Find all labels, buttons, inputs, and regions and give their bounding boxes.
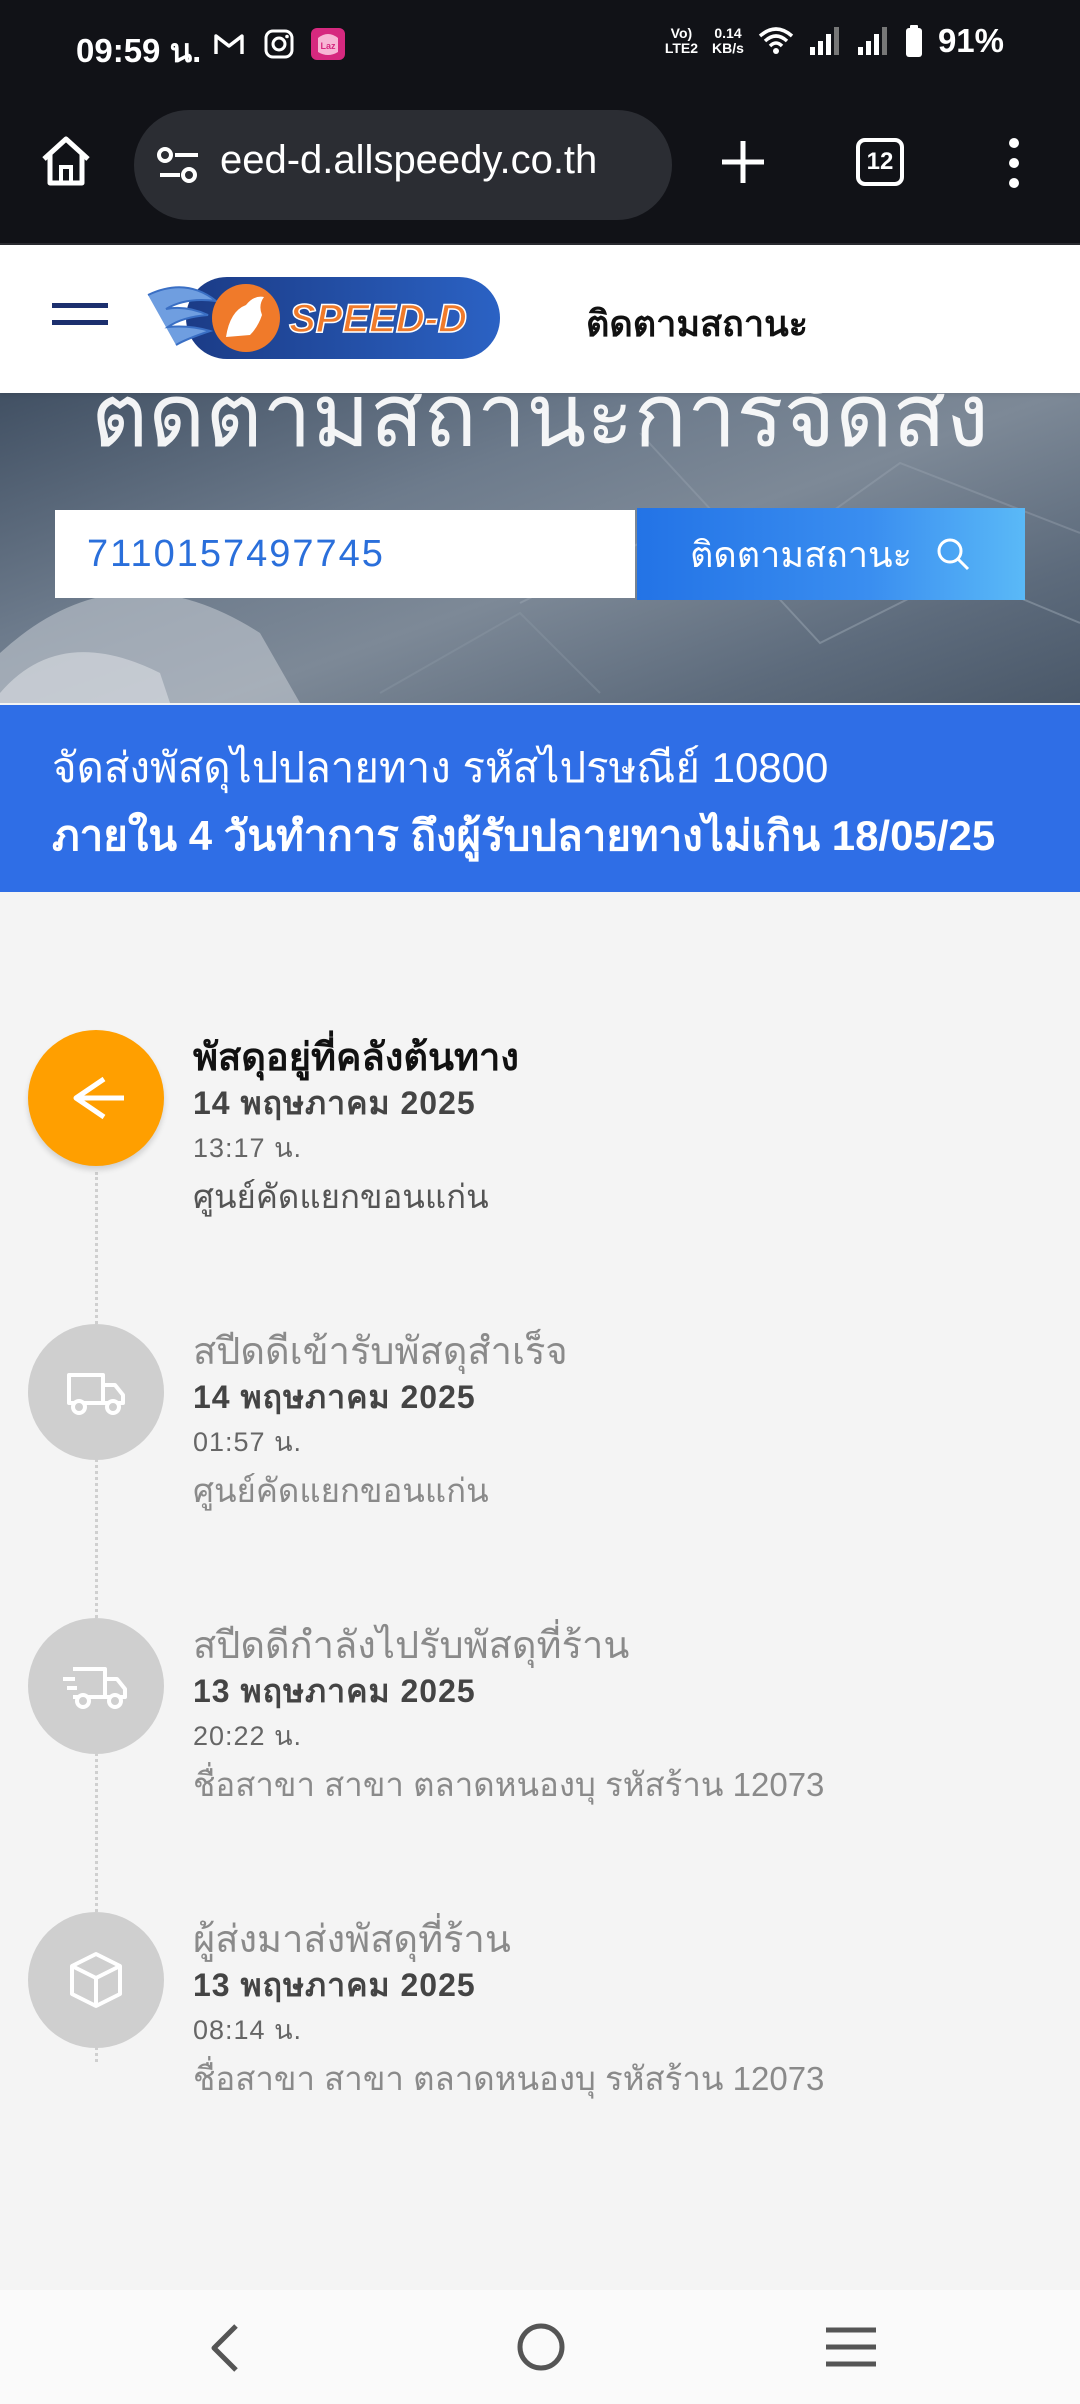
tracking-number-input[interactable] — [55, 510, 635, 598]
signal-2-icon — [857, 27, 887, 55]
volte-indicator: Vo) LTE2 — [664, 25, 699, 56]
search-icon — [937, 538, 970, 571]
status-bar: 09:59 น. Laz Vo) LTE2 0.14 KB/s 91% — [0, 0, 1080, 95]
wifi-icon — [758, 27, 794, 54]
nav-title[interactable]: ติดตามสถานะ — [586, 295, 808, 352]
delivery-destination-text: จัดส่งพัสดุไปปลายทาง รหัสไปรษณีย์ 10800 — [52, 744, 829, 791]
event-date: 14 พฤษภาคม 2025 — [193, 1379, 476, 1415]
home-circle-icon[interactable] — [514, 2320, 568, 2374]
event-location: ศูนย์คัดแยกขอนแก่น — [193, 1178, 489, 1215]
lazada-icon: Laz — [311, 28, 345, 60]
event-time: 13:17 น. — [193, 1133, 303, 1163]
tracking-timeline: พัสดุอยู่ที่คลังต้นทาง 14 พฤษภาคม 2025 1… — [0, 892, 1080, 2290]
track-status-button[interactable]: ติดตามสถานะ — [637, 508, 1025, 600]
track-status-label: ติดตามสถานะ — [689, 533, 912, 575]
event-time: 08:14 น. — [193, 2015, 303, 2045]
event-location: ชื่อสาขา สาขา ตลาดหนองบุ รหัสร้าน 12073 — [193, 1766, 825, 1803]
delivery-info-banner: จัดส่งพัสดุไปปลายทาง รหัสไปรษณีย์ 10800 … — [0, 705, 1080, 892]
event-date: 13 พฤษภาคม 2025 — [193, 1967, 476, 2003]
speed-d-logo[interactable]: SPEED-D — [146, 275, 502, 361]
signal-1-icon — [809, 27, 839, 55]
home-icon[interactable] — [38, 133, 94, 189]
site-settings-icon[interactable] — [156, 145, 202, 185]
logo-graphic: SPEED-D — [147, 277, 500, 359]
hero-heading: ติดตามสถานะการจัดส่ง — [90, 393, 990, 465]
warehouse-arrow-icon — [73, 1076, 124, 1120]
recents-menu-icon[interactable] — [824, 2324, 878, 2370]
moving-truck-icon — [63, 1667, 127, 1709]
event-status-circle — [28, 1618, 164, 1754]
site-header: SPEED-D ติดตามสถานะ — [0, 245, 1080, 393]
event-date: 14 พฤษภาคม 2025 — [193, 1085, 476, 1121]
event-time: 01:57 น. — [193, 1427, 303, 1457]
status-time: 09:59 น. — [76, 32, 202, 69]
event-location: ศูนย์คัดแยกขอนแก่น — [193, 1472, 489, 1509]
status-right-cluster: Vo) LTE2 0.14 KB/s 91% — [665, 22, 1004, 60]
hero-section: ติดตามสถานะการจัดส่ง ติดตามสถานะ — [0, 393, 1080, 703]
back-icon[interactable] — [206, 2320, 246, 2376]
event-date: 13 พฤษภาคม 2025 — [193, 1673, 476, 1709]
instagram-icon — [264, 29, 294, 59]
more-menu-icon[interactable] — [996, 135, 1032, 191]
event-location: ชื่อสาขา สาขา ตลาดหนองบุ รหัสร้าน 12073 — [193, 2060, 825, 2097]
address-bar[interactable]: eed-d.allspeedy.co.th — [134, 110, 672, 220]
system-navigation-bar — [0, 2290, 1080, 2404]
tab-switcher-button[interactable]: 12 — [856, 138, 904, 186]
truck-icon — [67, 1373, 125, 1415]
event-status-circle — [28, 1030, 164, 1166]
new-tab-icon[interactable] — [718, 137, 768, 187]
gmail-icon — [214, 34, 244, 54]
battery-percent: 91% — [937, 22, 1004, 59]
browser-toolbar: eed-d.allspeedy.co.th 12 — [0, 95, 1080, 245]
network-speed: 0.14 KB/s — [712, 25, 744, 56]
svg-text:Laz: Laz — [320, 41, 336, 51]
delivery-deadline-text: ภายใน 4 วันทำการ ถึงผู้รับปลายทางไม่เกิน… — [52, 812, 996, 859]
event-time: 20:22 น. — [193, 1721, 303, 1751]
event-status-circle — [28, 1912, 164, 2048]
svg-text:SPEED-D: SPEED-D — [289, 297, 467, 341]
package-box-icon — [70, 1952, 122, 2008]
url-text[interactable]: eed-d.allspeedy.co.th — [220, 138, 597, 183]
event-status-circle — [28, 1324, 164, 1460]
battery-icon — [905, 25, 922, 57]
hamburger-menu-icon[interactable] — [52, 300, 108, 330]
